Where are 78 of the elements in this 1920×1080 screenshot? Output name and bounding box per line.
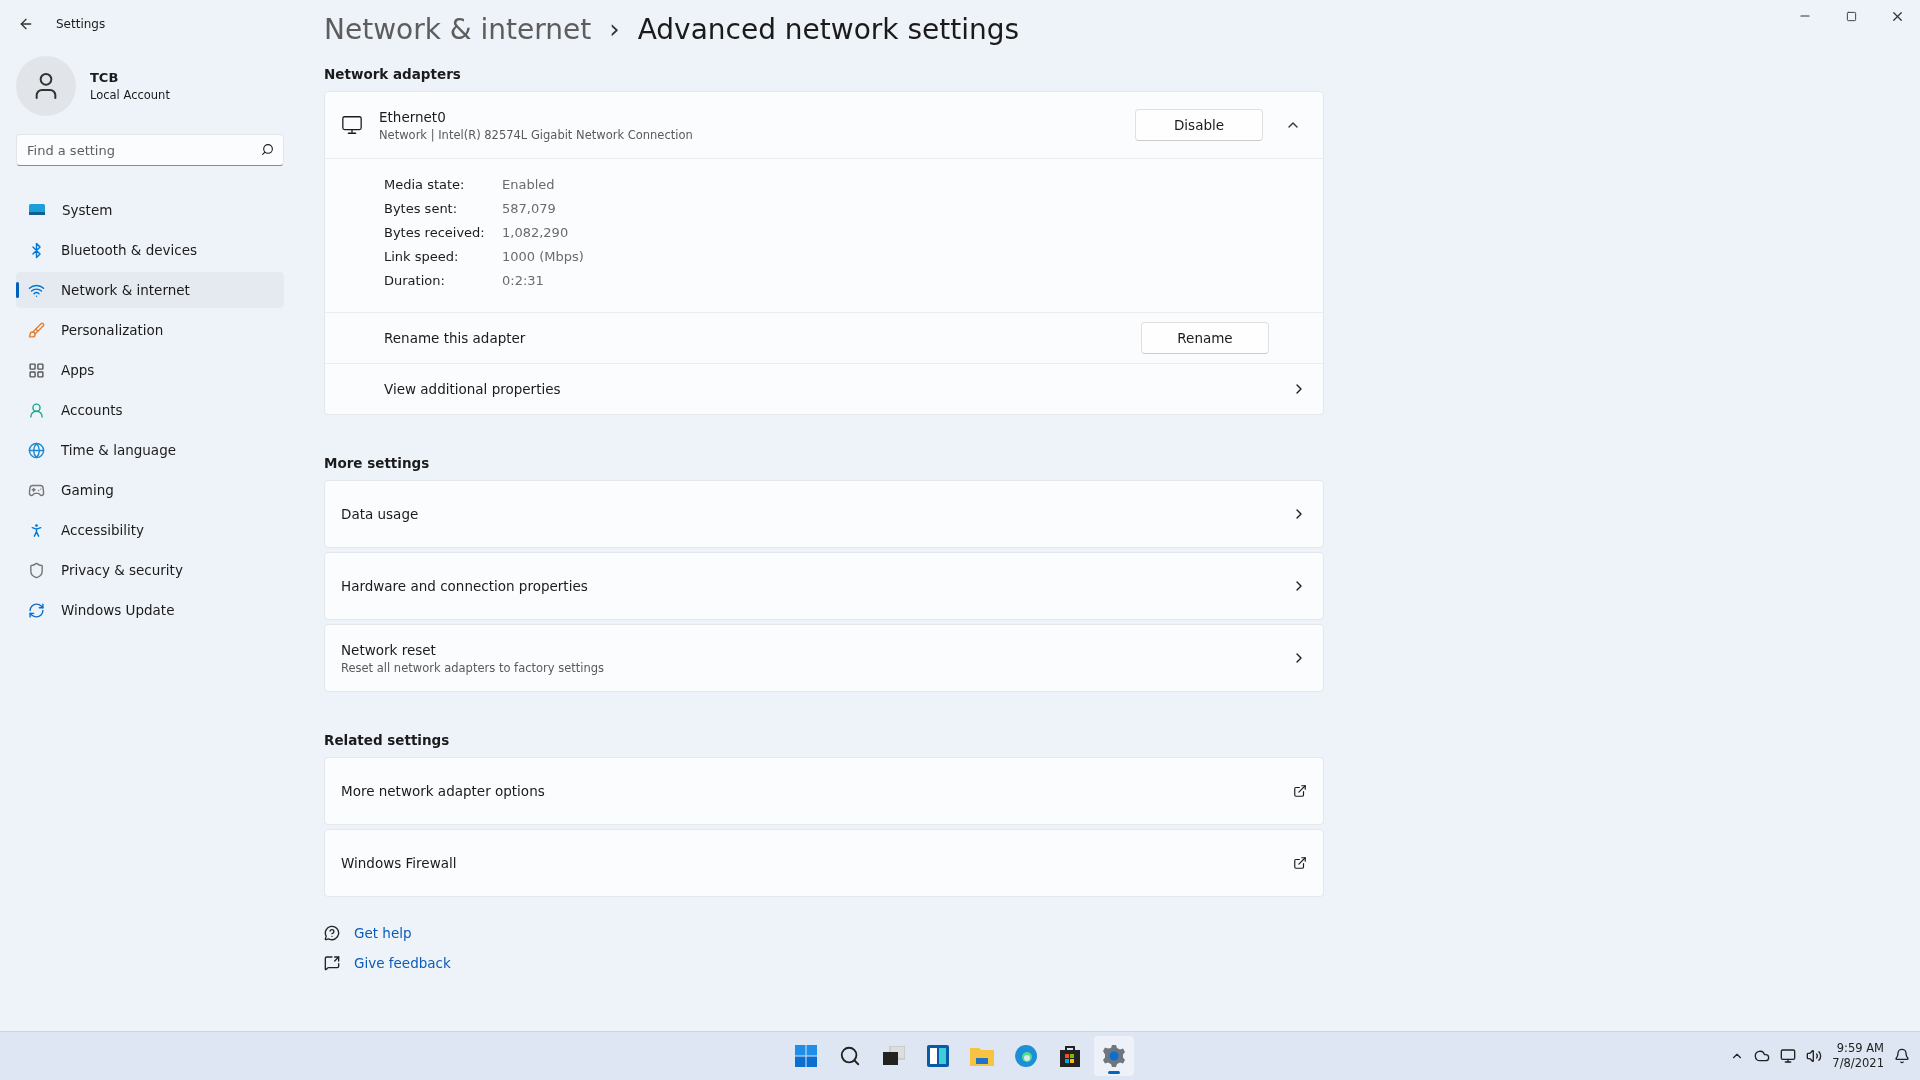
brush-icon xyxy=(28,321,45,339)
app-title: Settings xyxy=(56,17,106,31)
feedback-icon xyxy=(324,955,340,971)
account-type: Local Account xyxy=(90,88,170,102)
volume-icon[interactable] xyxy=(1806,1048,1823,1064)
section-heading: More settings xyxy=(324,455,431,471)
gear-icon xyxy=(1103,1045,1125,1067)
setting-title: Network reset xyxy=(341,641,437,658)
setting-card[interactable]: Hardware and connection properties xyxy=(324,552,1324,620)
globe-icon xyxy=(28,441,45,459)
property-value: 1,082,290 xyxy=(502,225,570,240)
search-icon xyxy=(839,1045,861,1067)
setting-title: Windows Firewall xyxy=(341,855,458,871)
search-icon xyxy=(261,143,274,156)
setting-title: Hardware and connection properties xyxy=(341,578,589,594)
external-link-icon xyxy=(1293,856,1307,870)
disable-button[interactable]: Disable xyxy=(1135,109,1263,141)
network-icon[interactable] xyxy=(1780,1048,1797,1064)
nav-item[interactable]: Accounts xyxy=(16,392,284,428)
nav-item[interactable]: Network & internet xyxy=(16,272,284,308)
nav-item[interactable]: Windows Update xyxy=(16,592,284,628)
property-label: Media state: xyxy=(384,177,466,192)
help-link[interactable]: Get help xyxy=(324,925,1324,941)
browser-icon xyxy=(1015,1045,1037,1067)
ethernet-monitor-icon xyxy=(341,114,363,136)
back-button[interactable] xyxy=(18,16,34,32)
shield-icon xyxy=(28,561,45,579)
person-icon xyxy=(28,401,45,419)
property-value: 0:2:31 xyxy=(502,273,545,288)
refresh-icon xyxy=(28,601,45,619)
setting-title: More network adapter options xyxy=(341,783,546,799)
setting-card[interactable]: Network reset Reset all network adapters to factory settings xyxy=(324,624,1324,692)
property-label: Duration: xyxy=(384,273,446,288)
nav-item[interactable]: Accessibility xyxy=(16,512,284,548)
search-field[interactable]: Find a setting xyxy=(16,134,284,166)
property-label: Link speed: xyxy=(384,249,460,264)
section-heading: Network adapters xyxy=(324,66,462,82)
setting-title: Data usage xyxy=(341,506,420,522)
property-label: Bytes received: xyxy=(384,225,486,240)
help-link[interactable]: Give feedback xyxy=(324,955,1324,971)
nav-item[interactable]: Time & language xyxy=(16,432,284,468)
adapter-description: Network | Intel(R) 82574L Gigabit Network Connection xyxy=(379,127,694,142)
apps-icon xyxy=(28,361,45,379)
nav-item[interactable]: Personalization xyxy=(16,312,284,348)
adapter-name: Ethernet0 xyxy=(379,108,447,125)
property-value: 1000 (Mbps) xyxy=(502,249,584,264)
breadcrumb-link[interactable]: Network & internet xyxy=(324,12,592,46)
setting-card[interactable]: More network adapter options xyxy=(324,757,1324,825)
nav-item[interactable]: Privacy & security xyxy=(16,552,284,588)
restore-icon xyxy=(1845,10,1857,22)
rename-button[interactable]: Rename xyxy=(1141,322,1269,354)
folder-icon xyxy=(970,1046,994,1066)
breadcrumb-separator: › xyxy=(609,14,620,44)
monitor-icon xyxy=(28,203,46,217)
widgets-icon xyxy=(927,1045,949,1067)
page-title: Advanced network settings xyxy=(637,12,1020,46)
nav-item[interactable]: System xyxy=(16,192,284,228)
nav-item[interactable]: Gaming xyxy=(16,472,284,508)
nav-item[interactable]: Bluetooth & devices xyxy=(16,232,284,268)
property-value: Enabled xyxy=(502,177,556,192)
setting-card[interactable]: Windows Firewall xyxy=(324,829,1324,897)
account-name: TCB xyxy=(90,70,120,85)
clock[interactable]: 9:59 AM 7/8/2021 xyxy=(1832,1041,1884,1071)
properties-row[interactable]: View additional properties xyxy=(325,363,1323,414)
setting-card[interactable]: Data usage xyxy=(324,480,1324,548)
store-icon xyxy=(1060,1045,1080,1067)
help-icon xyxy=(324,925,340,941)
setting-description: Reset all network adapters to factory settings xyxy=(341,660,606,675)
notification-icon[interactable] xyxy=(1894,1048,1910,1064)
task-view-icon xyxy=(883,1046,905,1066)
external-link-icon xyxy=(1293,784,1307,798)
property-value: 587,079 xyxy=(502,201,557,216)
nav-item[interactable]: Apps xyxy=(16,352,284,388)
property-label: Bytes sent: xyxy=(384,201,459,216)
rename-label: Rename this adapter xyxy=(384,330,527,346)
cloud-icon[interactable] xyxy=(1754,1048,1771,1064)
windows-logo-icon xyxy=(795,1045,817,1067)
section-heading: Related settings xyxy=(324,732,451,748)
